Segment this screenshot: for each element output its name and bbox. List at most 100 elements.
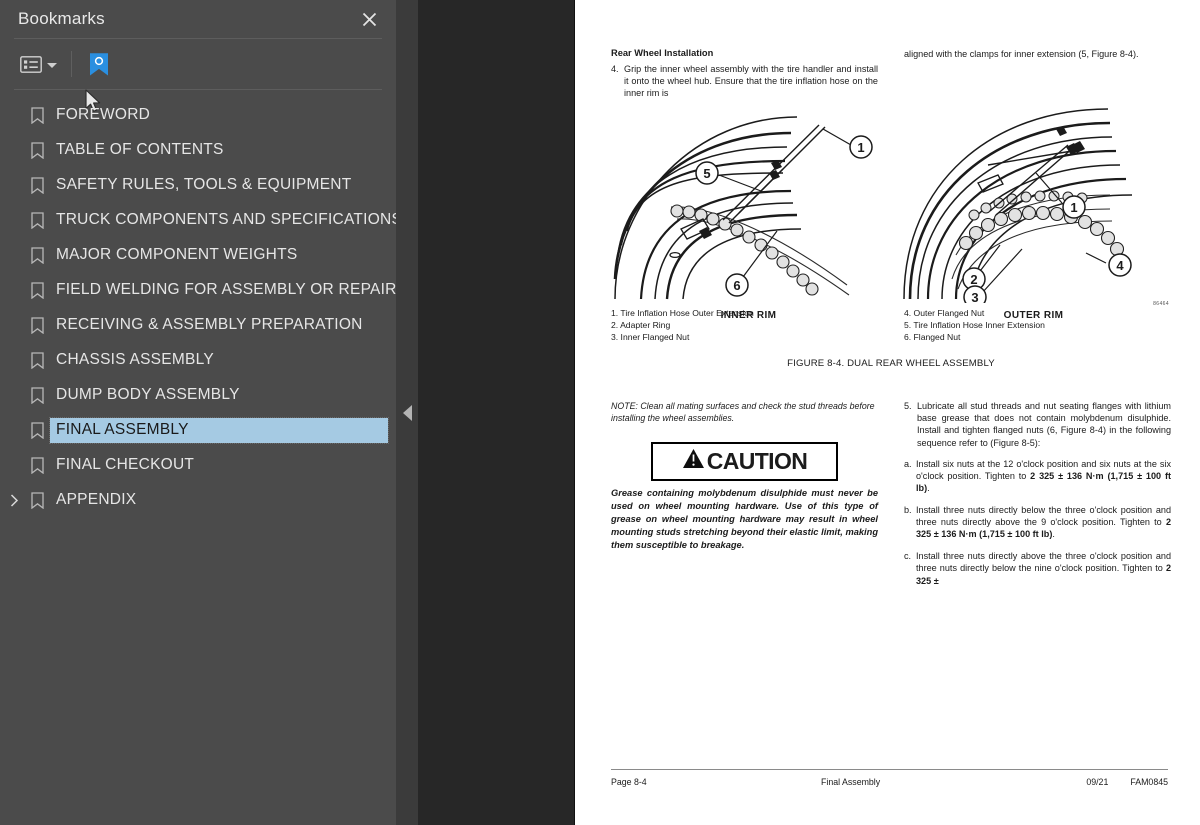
step-number: 4. xyxy=(611,63,619,74)
bookmark-item[interactable]: › MAJOR COMPONENT WEIGHTS xyxy=(0,238,396,273)
column-right: aligned with the clamps for inner extens… xyxy=(904,48,1171,99)
svg-text:1: 1 xyxy=(857,140,864,155)
bookmarks-panel-header: Bookmarks xyxy=(0,0,396,38)
bookmarks-panel: Bookmarks FOREWORD TABLE OF CONTENTS SAF… xyxy=(0,0,396,825)
outer-rim-label: OUTER RIM xyxy=(1003,310,1064,321)
footer-date: 09/21 xyxy=(1086,777,1109,787)
caution-label: CAUTION xyxy=(706,447,808,474)
bookmark-label: DUMP BODY ASSEMBLY xyxy=(56,386,240,404)
bookmark-item-selected[interactable]: › FINAL ASSEMBLY xyxy=(0,413,396,448)
svg-text:4: 4 xyxy=(1116,258,1124,273)
figure-8-4: 1 5 6 INNER RIM 1 2 3 4 OUTER RIM 86464 … xyxy=(611,103,1171,369)
bookmark-item[interactable]: › SAFETY RULES, TOOLS & EQUIPMENT xyxy=(0,168,396,203)
bookmark-icon xyxy=(24,247,50,264)
bookmark-label: FINAL ASSEMBLY xyxy=(49,417,389,444)
bookmark-item[interactable]: › CHASSIS ASSEMBLY xyxy=(0,343,396,378)
part-entry: 6. Flanged Nut xyxy=(904,332,961,343)
bookmark-item[interactable]: › TRUCK COMPONENTS AND SPECIFICATIONS xyxy=(0,203,396,238)
substep-marker: c. xyxy=(904,550,912,561)
step-5: 5. Lubricate all stud threads and nut se… xyxy=(904,400,1171,449)
bookmark-label: FIELD WELDING FOR ASSEMBLY OR REPAIR xyxy=(56,281,396,299)
svg-text:1: 1 xyxy=(1070,200,1077,215)
page-lower-columns: NOTE: Clean all mating surfaces and chec… xyxy=(611,400,1171,587)
bookmark-label: TRUCK COMPONENTS AND SPECIFICATIONS xyxy=(56,211,396,229)
note-text: NOTE: Clean all mating surfaces and chec… xyxy=(611,401,875,424)
bookmark-item[interactable]: APPENDIX xyxy=(0,483,396,518)
substep-marker: a. xyxy=(904,458,912,469)
bookmark-icon xyxy=(24,387,50,404)
svg-text:3: 3 xyxy=(971,290,978,303)
panel-title: Bookmarks xyxy=(18,9,105,28)
bookmark-icon xyxy=(24,212,50,229)
pdf-viewer-window: Bookmarks FOREWORD TABLE OF CONTENTS SAF… xyxy=(0,0,1200,825)
toolbar-separator xyxy=(71,51,72,77)
column-right-lower: 5. Lubricate all stud threads and nut se… xyxy=(904,400,1171,587)
svg-text:5: 5 xyxy=(703,166,710,181)
bookmark-label: MAJOR COMPONENT WEIGHTS xyxy=(56,246,298,264)
page-top-columns: Rear Wheel Installation 4. Grip the inne… xyxy=(611,48,1171,99)
caution-banner: CAUTION xyxy=(651,442,838,482)
bookmark-list[interactable]: › FOREWORD › TABLE OF CONTENTS › SAFETY … xyxy=(0,90,396,825)
bookmark-item[interactable]: › TABLE OF CONTENTS xyxy=(0,133,396,168)
bookmark-icon xyxy=(24,457,50,474)
step-number: 5. xyxy=(904,401,912,411)
step-text: Lubricate all stud threads and nut seati… xyxy=(917,401,1171,448)
part-entry: 2. Adapter Ring xyxy=(611,320,671,331)
bookmark-icon xyxy=(24,317,50,334)
bookmark-label: TABLE OF CONTENTS xyxy=(56,141,224,159)
column-left: Rear Wheel Installation 4. Grip the inne… xyxy=(611,48,878,99)
figure-images: 1 5 6 INNER RIM 1 2 3 4 OUTER RIM 86464 xyxy=(611,103,1171,321)
footer-doc-code: FAM0845 xyxy=(1130,777,1168,787)
bookmark-label: SAFETY RULES, TOOLS & EQUIPMENT xyxy=(56,176,352,194)
svg-text:2: 2 xyxy=(970,272,977,287)
drawing-number: 86464 xyxy=(1153,301,1169,307)
footer-page-number: Page 8-4 xyxy=(611,777,647,787)
part-entry: 3. Inner Flanged Nut xyxy=(611,332,690,343)
document-viewer[interactable]: Rear Wheel Installation 4. Grip the inne… xyxy=(418,0,1200,825)
chevron-down-icon[interactable] xyxy=(47,62,57,68)
footer-meta: 09/21 FAM0845 xyxy=(1086,777,1168,787)
list-options-icon[interactable] xyxy=(16,52,61,77)
bookmark-item[interactable]: › FIELD WELDING FOR ASSEMBLY OR REPAIR xyxy=(0,273,396,308)
bookmark-icon xyxy=(24,142,50,159)
bookmark-label: FINAL CHECKOUT xyxy=(56,456,195,474)
chevron-right-icon[interactable] xyxy=(6,494,22,507)
bookmark-label: APPENDIX xyxy=(56,491,137,509)
substep-text: Install three nuts directly below the th… xyxy=(916,504,1171,540)
bookmarks-toolbar xyxy=(0,39,396,112)
step-text: Grip the inner wheel assembly with the t… xyxy=(624,63,878,98)
substep-text: Install six nuts at the 12 o'clock posit… xyxy=(916,458,1171,494)
bookmark-icon xyxy=(24,107,50,124)
part-entry: 5. Tire Inflation Hose Inner Extension xyxy=(904,320,1045,331)
bookmark-icon xyxy=(24,492,50,509)
section-heading: Rear Wheel Installation xyxy=(611,48,714,58)
step-5a: a. Install six nuts at the 12 o'clock po… xyxy=(904,458,1171,495)
bookmark-item[interactable]: › RECEIVING & ASSEMBLY PREPARATION xyxy=(0,308,396,343)
caution-text: Grease containing molybdenum disulphide … xyxy=(611,488,878,551)
bookmark-icon xyxy=(24,352,50,369)
close-icon[interactable] xyxy=(356,6,382,32)
svg-text:6: 6 xyxy=(733,278,740,293)
bookmark-label: RECEIVING & ASSEMBLY PREPARATION xyxy=(56,316,363,334)
page-footer: Page 8-4 Final Assembly 09/21 FAM0845 xyxy=(611,769,1168,787)
new-bookmark-icon[interactable] xyxy=(84,48,114,81)
bookmark-item[interactable]: › FOREWORD xyxy=(0,98,396,133)
outer-rim-illustration: 1 2 3 4 OUTER RIM 86464 xyxy=(896,103,1171,321)
warning-triangle-icon xyxy=(682,448,705,474)
pdf-page: Rear Wheel Installation 4. Grip the inne… xyxy=(575,0,1200,825)
collapse-left-icon[interactable] xyxy=(402,404,412,421)
step-5c: c. Install three nuts directly above the… xyxy=(904,550,1171,587)
step-4: 4. Grip the inner wheel assembly with th… xyxy=(611,63,878,100)
column-left-lower: NOTE: Clean all mating surfaces and chec… xyxy=(611,400,878,587)
bookmark-label: FOREWORD xyxy=(56,106,151,124)
substep-text: Install three nuts directly above the th… xyxy=(916,550,1171,586)
panel-splitter[interactable] xyxy=(396,0,418,825)
bookmark-item[interactable]: › FINAL CHECKOUT xyxy=(0,448,396,483)
bookmark-icon xyxy=(24,422,50,439)
continuation-text: aligned with the clamps for inner extens… xyxy=(904,49,1139,59)
inner-rim-illustration: 1 5 6 INNER RIM xyxy=(611,103,886,321)
substep-marker: b. xyxy=(904,504,912,515)
inner-rim-label: INNER RIM xyxy=(720,310,777,321)
bookmark-item[interactable]: › DUMP BODY ASSEMBLY xyxy=(0,378,396,413)
footer-section: Final Assembly xyxy=(821,777,881,787)
